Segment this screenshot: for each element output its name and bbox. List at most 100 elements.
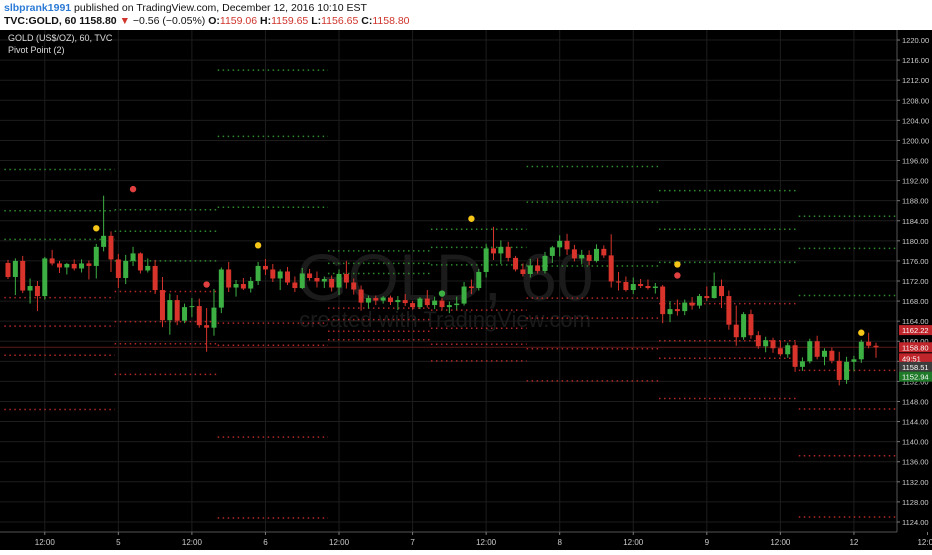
price-tick-label: 1216.00 bbox=[902, 56, 929, 65]
candle-body bbox=[174, 300, 180, 321]
price-badge-label: 1158.80 bbox=[902, 343, 929, 352]
candle-body bbox=[873, 345, 879, 348]
candle-body bbox=[145, 265, 151, 271]
price-tick-label: 1172.00 bbox=[902, 277, 929, 286]
low-value: 1156.65 bbox=[321, 15, 359, 27]
candle-body bbox=[667, 309, 673, 315]
candle-body bbox=[638, 284, 644, 287]
candle-body bbox=[262, 265, 268, 270]
candle-body bbox=[741, 314, 747, 338]
candle-body bbox=[689, 302, 695, 306]
candle-body bbox=[167, 300, 173, 321]
time-tick-label: 12:00 bbox=[770, 538, 791, 547]
candle-body bbox=[115, 259, 121, 278]
price-tick-label: 1128.00 bbox=[902, 498, 929, 507]
candle-body bbox=[660, 286, 666, 315]
price-tick-label: 1208.00 bbox=[902, 96, 929, 105]
price-axis bbox=[897, 30, 932, 550]
candle-body bbox=[351, 282, 357, 290]
candle-body bbox=[777, 348, 783, 355]
signal-marker bbox=[468, 215, 475, 222]
candle-body bbox=[321, 278, 327, 282]
candle-body bbox=[152, 265, 158, 291]
candle-body bbox=[866, 341, 872, 346]
candle-body bbox=[299, 273, 305, 289]
candle-body bbox=[858, 341, 864, 360]
price-tick-label: 1132.00 bbox=[902, 478, 929, 487]
candle-body bbox=[799, 361, 805, 367]
candle-body bbox=[446, 305, 452, 308]
candle-body bbox=[763, 340, 769, 347]
legend-indicator[interactable]: Pivot Point (2) bbox=[8, 45, 65, 55]
candle-body bbox=[851, 359, 857, 362]
candle-body bbox=[711, 286, 717, 299]
candle-body bbox=[108, 235, 114, 260]
price-tick-label: 1184.00 bbox=[902, 217, 929, 226]
candle-body bbox=[93, 246, 99, 266]
candle-body bbox=[719, 286, 725, 297]
candle-body bbox=[439, 300, 445, 308]
price-tick-label: 1176.00 bbox=[902, 257, 929, 266]
publish-text: published on TradingView.com, December 1… bbox=[74, 2, 367, 14]
candle-body bbox=[424, 298, 430, 306]
signal-marker bbox=[674, 261, 681, 268]
candle-body bbox=[292, 282, 298, 289]
candle-body bbox=[5, 262, 11, 277]
candle-body bbox=[123, 260, 129, 278]
price-tick-label: 1168.00 bbox=[902, 297, 929, 306]
legend-title[interactable]: GOLD (US$/OZ), 60, TVC bbox=[8, 33, 113, 43]
candle-body bbox=[49, 258, 55, 264]
time-tick-label: 7 bbox=[410, 538, 415, 547]
chart-header: slbprank1991 published on TradingView.co… bbox=[0, 0, 932, 30]
author-link[interactable]: slbprank1991 bbox=[4, 2, 71, 14]
signal-marker bbox=[254, 242, 262, 249]
candle-body bbox=[623, 282, 629, 291]
candle-body bbox=[410, 303, 416, 308]
candle-body bbox=[42, 258, 48, 297]
open-value: 1159.06 bbox=[219, 15, 258, 27]
candle-body bbox=[733, 324, 739, 338]
close-value: 1158.80 bbox=[372, 15, 410, 27]
candle-body bbox=[704, 296, 710, 299]
candle-body bbox=[549, 247, 555, 256]
signal-marker bbox=[858, 329, 865, 336]
candle-body bbox=[822, 350, 828, 357]
candle-body bbox=[630, 284, 636, 291]
candle-body bbox=[218, 269, 224, 308]
candle-body bbox=[417, 298, 423, 308]
time-tick-label: 12:00 bbox=[182, 538, 203, 547]
time-tick-label: 9 bbox=[705, 538, 710, 547]
price-badge-label: 1162.22 bbox=[902, 326, 929, 335]
low-label: L: bbox=[311, 15, 322, 27]
candle-body bbox=[542, 255, 548, 271]
candle-body bbox=[402, 300, 408, 304]
candle-body bbox=[343, 273, 349, 283]
candle-body bbox=[792, 345, 798, 367]
change-value: −0.56 (−0.05%) bbox=[132, 15, 206, 27]
candle-body bbox=[755, 335, 761, 347]
candle-body bbox=[365, 298, 371, 303]
candlestick-chart[interactable]: GOLD, 60 created with TradingView.com GO… bbox=[0, 30, 932, 550]
candle-body bbox=[579, 254, 585, 259]
candle-body bbox=[137, 253, 143, 271]
candle-body bbox=[520, 269, 526, 274]
price-tick-label: 1200.00 bbox=[902, 136, 929, 145]
candle-body bbox=[101, 235, 107, 247]
candle-body bbox=[645, 286, 651, 289]
candle-body bbox=[674, 309, 680, 312]
candle-body bbox=[483, 248, 489, 272]
price-badge-label: 1158.51 bbox=[902, 363, 929, 372]
symbol-label: TVC:GOLD, 60 bbox=[4, 15, 77, 27]
candle-body bbox=[527, 265, 533, 274]
price-tick-label: 1188.00 bbox=[902, 197, 929, 206]
candle-body bbox=[829, 350, 835, 361]
candle-body bbox=[490, 248, 496, 254]
candle-body bbox=[652, 286, 658, 289]
candle-body bbox=[27, 286, 33, 291]
candle-body bbox=[388, 297, 394, 303]
time-tick-label: 12 bbox=[849, 538, 858, 547]
time-tick-label: 8 bbox=[557, 538, 562, 547]
signal-marker bbox=[438, 290, 446, 297]
chart-area[interactable]: GOLD, 60 created with TradingView.com GO… bbox=[0, 30, 932, 550]
signal-marker bbox=[129, 185, 137, 193]
